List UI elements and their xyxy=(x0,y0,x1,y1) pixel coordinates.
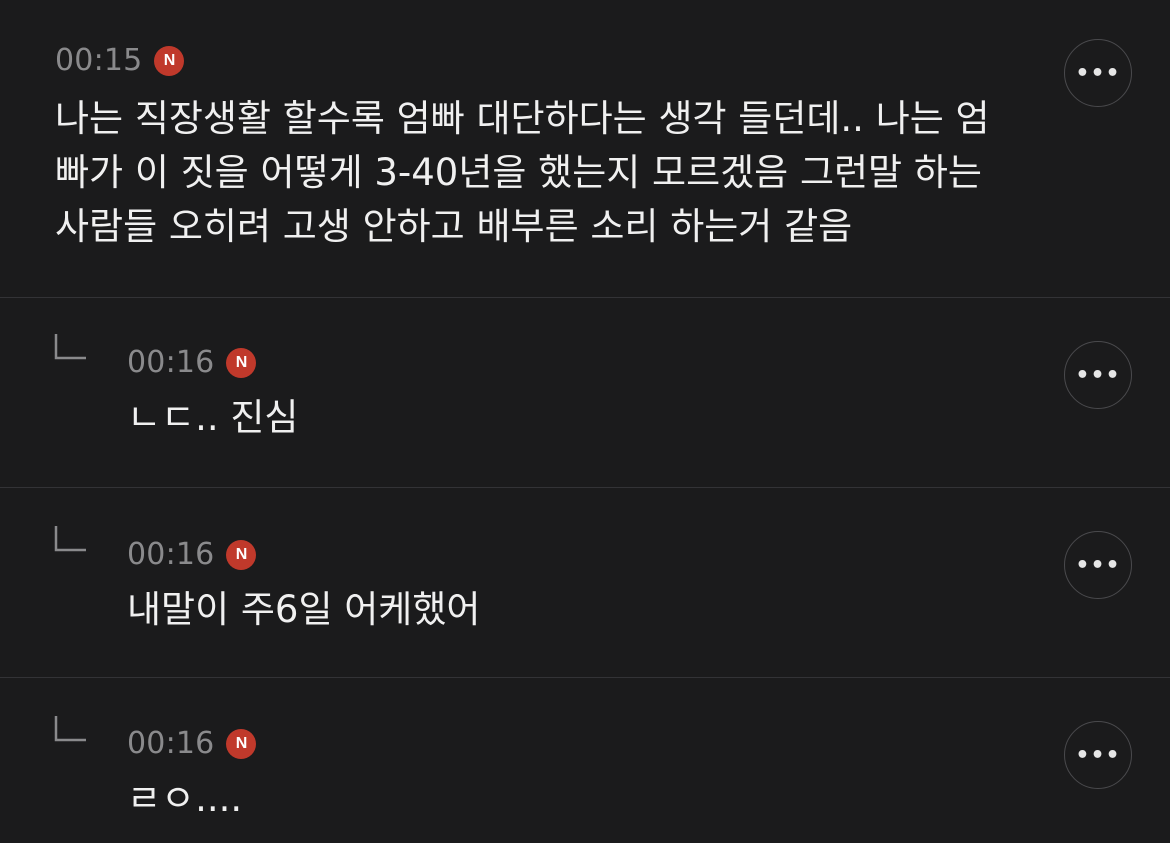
reply-arrow-icon xyxy=(54,334,86,360)
comment-text-line: 사람들 오히려 고생 안하고 배부른 소리 하는거 같음 xyxy=(55,205,853,248)
reply-arrow-icon xyxy=(54,716,86,742)
new-badge-icon: N xyxy=(154,45,185,76)
comment-meta: 00:15 N xyxy=(55,43,185,78)
comment-text-line: 나는 직장생활 할수록 엄빠 대단하다는 생각 들던데.. 나는 엄 xyxy=(55,97,990,140)
new-badge-icon: N xyxy=(226,539,257,570)
comment-meta: 00:16 N xyxy=(127,537,257,572)
reply-item: 00:16 N ㄴㄷ.. 진심 ••• xyxy=(0,298,1170,488)
more-options-button[interactable]: ••• xyxy=(1064,531,1132,599)
more-options-button[interactable]: ••• xyxy=(1064,39,1132,107)
comment-timestamp: 00:16 xyxy=(127,537,215,572)
comment-item: 00:15 N 나는 직장생활 할수록 엄빠 대단하다는 생각 들던데.. 나는… xyxy=(0,0,1170,298)
new-badge-icon: N xyxy=(226,347,257,378)
reply-arrow-icon xyxy=(54,526,86,552)
more-options-button[interactable]: ••• xyxy=(1064,721,1132,789)
comment-timestamp: 00:16 xyxy=(127,345,215,380)
comment-timestamp: 00:16 xyxy=(127,726,215,761)
new-badge-icon: N xyxy=(226,728,257,759)
comment-meta: 00:16 N xyxy=(127,345,257,380)
more-options-button[interactable]: ••• xyxy=(1064,341,1132,409)
comment-text: 나는 직장생활 할수록 엄빠 대단하다는 생각 들던데.. 나는 엄 빠가 이 … xyxy=(55,92,990,254)
reply-item: 00:16 N ㄹㅇ.... ••• xyxy=(0,678,1170,843)
comment-text: 내말이 주6일 어케했어 xyxy=(127,588,481,631)
comment-text: ㄴㄷ.. 진심 xyxy=(127,396,299,439)
comment-timestamp: 00:15 xyxy=(55,43,143,78)
reply-item: 00:16 N 내말이 주6일 어케했어 ••• xyxy=(0,488,1170,678)
comment-text: ㄹㅇ.... xyxy=(127,777,243,820)
comment-text-line: 빠가 이 짓을 어떻게 3-40년을 했는지 모르겠음 그런말 하는 xyxy=(55,151,982,194)
comment-meta: 00:16 N xyxy=(127,726,257,761)
